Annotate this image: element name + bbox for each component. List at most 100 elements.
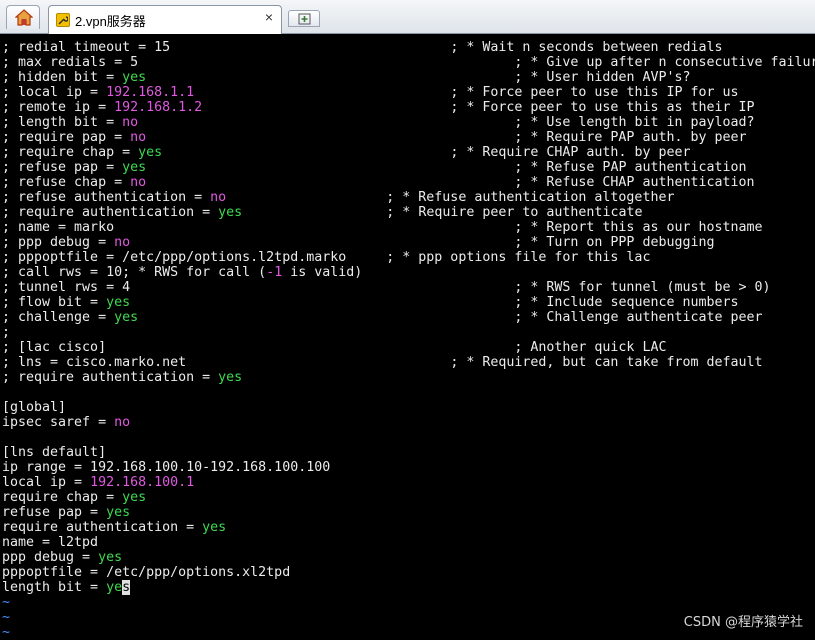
config-text: name = l2tpd <box>2 535 99 550</box>
highlighted-value: yes <box>122 70 147 85</box>
text-cursor: s <box>122 580 131 595</box>
column-padding <box>170 40 450 55</box>
config-text: ; refuse chap = <box>2 175 131 190</box>
highlighted-value: ye <box>106 580 123 595</box>
terminal-line: ; max redials = 5 ; * Give up after n co… <box>2 55 815 70</box>
tab-close-button[interactable]: × <box>265 9 273 25</box>
terminal-line: local ip = 192.168.100.1 <box>2 475 815 490</box>
terminal-line: ; require chap = yes ; * Require CHAP au… <box>2 145 815 160</box>
column-padding <box>162 145 450 160</box>
terminal-line: ; ppp debug = no ; * Turn on PPP debuggi… <box>2 235 815 250</box>
terminal-line: ; tunnel rws = 4 ; * RWS for tunnel (mus… <box>2 280 815 295</box>
highlighted-value: no <box>130 175 147 190</box>
config-text: ; lns = cisco.marko.net <box>2 355 187 370</box>
column-padding <box>138 310 514 325</box>
terminal-line: refuse pap = yes <box>2 505 815 520</box>
highlighted-value: no <box>114 235 131 250</box>
watermark-text: CSDN @程序猿学社 <box>683 615 803 630</box>
config-text: [global] <box>2 400 67 415</box>
column-padding <box>186 355 450 370</box>
config-text: ; * Include sequence numbers <box>514 295 739 310</box>
wrench-icon <box>56 13 70 27</box>
config-text: ; Another quick LAC <box>514 340 667 355</box>
terminal-line: ipsec saref = no <box>2 415 815 430</box>
highlighted-value: yes <box>218 205 243 220</box>
config-text: refuse pap = <box>2 505 107 520</box>
config-text: ; * Refuse CHAP authentication <box>514 175 755 190</box>
config-text: ; * Force peer to use this as their IP <box>450 100 755 115</box>
highlighted-value: no <box>210 190 227 205</box>
terminal-line: ; name = marko ; * Report this as our ho… <box>2 220 815 235</box>
terminal-line: ; pppoptfile = /etc/ppp/options.l2tpd.ma… <box>2 250 815 265</box>
new-tab-button[interactable] <box>288 10 320 27</box>
highlighted-value: 192.168.100.1 <box>90 475 195 490</box>
terminal-line: ; refuse authentication = no ; * Refuse … <box>2 190 815 205</box>
terminal-line: [lns default] <box>2 445 815 460</box>
terminal-line: ; remote ip = 192.168.1.2 ; * Force peer… <box>2 100 815 115</box>
config-text: pppoptfile = /etc/ppp/options.xl2tpd <box>2 565 291 580</box>
highlighted-value: yes <box>218 370 243 385</box>
config-text: ; hidden bit = <box>2 70 123 85</box>
column-padding <box>146 70 514 85</box>
home-icon <box>15 9 33 26</box>
highlighted-value: no <box>122 115 139 130</box>
config-text: ; require authentication = <box>2 205 219 220</box>
config-text: ; * Refuse PAP authentication <box>514 160 747 175</box>
column-padding <box>146 130 514 145</box>
column-padding <box>146 175 514 190</box>
config-text: ; refuse pap = <box>2 160 123 175</box>
column-padding <box>114 220 514 235</box>
config-text: ; * Wait n seconds between redials <box>450 40 723 55</box>
column-padding <box>106 340 514 355</box>
config-text: ; <box>2 325 11 340</box>
terminal-line: [global] <box>2 400 815 415</box>
config-text: ; tunnel rws = 4 <box>2 280 131 295</box>
terminal-line: require authentication = yes <box>2 520 815 535</box>
terminal-line: ; local ip = 192.168.1.1 ; * Force peer … <box>2 85 815 100</box>
highlighted-value: yes <box>114 310 139 325</box>
terminal-line: name = l2tpd <box>2 535 815 550</box>
column-padding <box>194 85 450 100</box>
terminal-line: ; refuse chap = no ; * Refuse CHAP authe… <box>2 175 815 190</box>
config-text: ; * Give up after n consecutive failur <box>514 55 815 70</box>
terminal-line: ~ <box>2 595 815 610</box>
config-text: ; * Turn on PPP debugging <box>514 235 715 250</box>
terminal-line: ; call rws = 10; * RWS for call (-1 is v… <box>2 265 815 280</box>
terminal-output[interactable]: ; redial timeout = 15 ; * Wait n seconds… <box>2 40 815 640</box>
config-text: [lns default] <box>2 445 107 460</box>
config-text: ; [lac cisco] <box>2 340 107 355</box>
config-text: ; require authentication = <box>2 370 219 385</box>
column-padding <box>202 100 450 115</box>
config-text: is valid) <box>282 265 363 280</box>
terminal-line: ; require authentication = yes ; * Requi… <box>2 205 815 220</box>
config-text: ; max redials = 5 <box>2 55 139 70</box>
highlighted-value: yes <box>106 505 131 520</box>
terminal-line: ; refuse pap = yes ; * Refuse PAP authen… <box>2 160 815 175</box>
highlighted-value: -1 <box>266 265 283 280</box>
config-text: ; remote ip = <box>2 100 115 115</box>
config-text: ; challenge = <box>2 310 115 325</box>
column-padding <box>226 190 386 205</box>
config-text: ; name = marko <box>2 220 115 235</box>
terminal-line: ; lns = cisco.marko.net ; * Required, bu… <box>2 355 815 370</box>
config-text: ; flow bit = <box>2 295 107 310</box>
highlighted-value: yes <box>202 520 227 535</box>
config-text: ; ppp debug = <box>2 235 115 250</box>
highlighted-value: yes <box>98 550 123 565</box>
tab-bar: 2.vpn服务器 × <box>0 0 815 34</box>
highlighted-value: 192.168.1.1 <box>106 85 195 100</box>
terminal-line: ; require pap = no ; * Require PAP auth.… <box>2 130 815 145</box>
config-text: ; require pap = <box>2 130 131 145</box>
home-button[interactable] <box>6 5 40 29</box>
config-text: ipsec saref = <box>2 415 115 430</box>
highlighted-value: no <box>114 415 131 430</box>
tab-vpn-server[interactable]: 2.vpn服务器 × <box>48 5 282 34</box>
terminal-line: ; hidden bit = yes ; * User hidden AVP's… <box>2 70 815 85</box>
config-text: ; * User hidden AVP's? <box>514 70 691 85</box>
config-text: ; pppoptfile = /etc/ppp/options.l2tpd.ma… <box>2 250 347 265</box>
config-text: ; * Require PAP auth. by peer <box>514 130 747 145</box>
config-text: ; * Require peer to authenticate <box>386 205 643 220</box>
config-text: ; call rws = 10 <box>2 265 123 280</box>
config-text: require authentication = <box>2 520 203 535</box>
